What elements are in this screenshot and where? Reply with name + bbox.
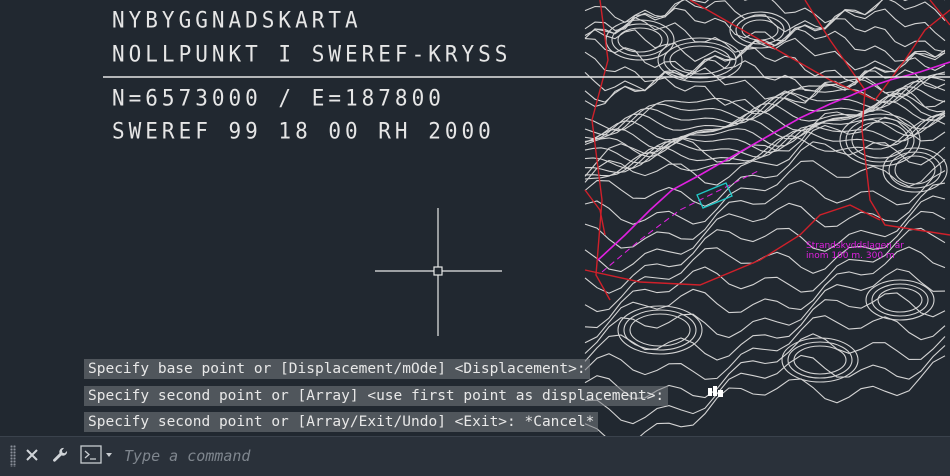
command-history-line-1: Specify base point or [Displacement/mOde… — [84, 359, 590, 379]
crosshair-cursor — [375, 208, 502, 336]
command-line-bar — [0, 436, 950, 476]
title-line-1: NYBYGGNADSKARTA — [112, 7, 362, 33]
coordinate-line-2: SWEREF 99 18 00 RH 2000 — [112, 118, 495, 144]
drawing-canvas[interactable]: Strandskyddslagen är inom 100 m. 300 m N… — [0, 0, 950, 436]
coordinate-line-1: N=6573000 / E=187800 — [112, 85, 445, 111]
title-line-2: NOLLPUNKT I SWEREF-KRYSS — [112, 41, 512, 67]
close-icon[interactable] — [20, 443, 44, 467]
grip-handle-icon[interactable] — [10, 445, 16, 467]
command-history-line-2: Specify second point or [Array] <use fir… — [84, 386, 669, 406]
command-prompt-dropdown[interactable] — [80, 443, 116, 467]
wrench-icon[interactable] — [48, 443, 72, 467]
cursor-badge-icon — [708, 386, 723, 397]
contour-lines — [584, 0, 948, 436]
chevron-down-icon — [106, 453, 112, 457]
command-history-line-3: Specify second point or [Array/Exit/Undo… — [84, 412, 599, 432]
map-label-2: inom 100 m. 300 m — [806, 251, 895, 261]
command-prompt-icon — [80, 445, 112, 464]
map-label-1: Strandskyddslagen är — [806, 241, 904, 251]
command-input[interactable] — [120, 443, 948, 469]
